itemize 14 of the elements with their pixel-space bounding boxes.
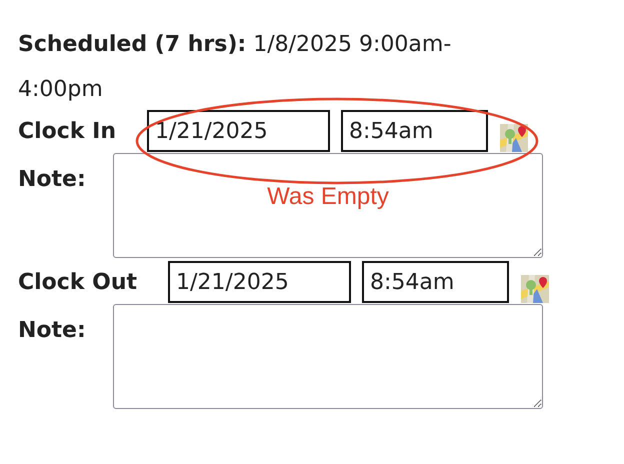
- time-field[interactable]: 8:54am: [340, 110, 488, 152]
- note-field[interactable]: [113, 304, 543, 409]
- date-field[interactable]: 1/21/2025: [146, 110, 330, 152]
- map-icon[interactable]: [521, 275, 550, 303]
- date-field[interactable]: 1/21/2025: [168, 261, 352, 303]
- map-icon[interactable]: [500, 124, 528, 152]
- note-label: Note:: [18, 317, 87, 345]
- schedule-text: Scheduled (7 hrs): 1/8/2025 9:00am-4:00pm: [18, 31, 452, 104]
- annotation-text: Was Empty: [266, 183, 390, 211]
- note-field[interactable]: [113, 153, 543, 258]
- time-field[interactable]: 8:54am: [362, 261, 510, 303]
- note-label: Note:: [18, 166, 87, 194]
- clock-label: Clock In: [18, 118, 116, 144]
- clock-label: Clock Out: [18, 270, 138, 294]
